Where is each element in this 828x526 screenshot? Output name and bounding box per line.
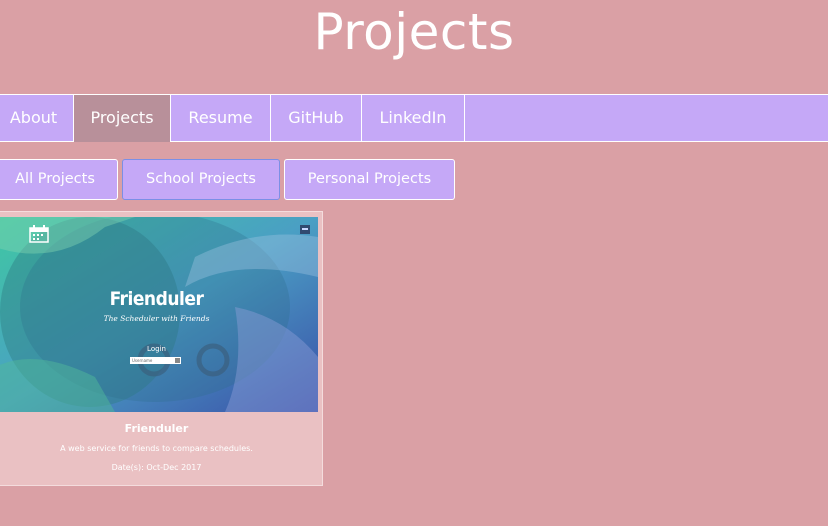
screenshot-login-button <box>175 358 180 363</box>
screenshot-login-field: Username <box>130 357 181 364</box>
project-card[interactable]: Frienduler The Scheduler with Friends Lo… <box>0 211 323 486</box>
project-description: A web service for friends to compare sch… <box>60 444 253 453</box>
filter-school-projects[interactable]: School Projects <box>122 159 280 200</box>
page-title: Projects <box>313 3 515 61</box>
nav-github[interactable]: GitHub <box>271 95 362 142</box>
nav-linkedin[interactable]: LinkedIn <box>362 95 465 142</box>
calendar-icon <box>29 225 49 243</box>
nav-about[interactable]: About <box>0 95 74 142</box>
project-screenshot[interactable]: Frienduler The Scheduler with Friends Lo… <box>0 217 318 412</box>
nav-projects[interactable]: Projects <box>74 95 171 142</box>
filter-personal-projects[interactable]: Personal Projects <box>284 159 455 200</box>
screenshot-heading: Frienduler <box>109 288 204 310</box>
project-date: Date(s): Oct-Dec 2017 <box>111 463 202 472</box>
screenshot-login-label: Login <box>147 345 166 353</box>
nav-resume[interactable]: Resume <box>171 95 271 142</box>
filter-all-projects[interactable]: All Projects <box>0 159 118 200</box>
screenshot-login-placeholder: Username <box>132 358 153 363</box>
screenshot-tagline: The Scheduler with Friends <box>103 314 210 323</box>
project-title: Frienduler <box>124 422 189 435</box>
navbar: About Projects Resume GitHub LinkedIn <box>0 94 828 142</box>
